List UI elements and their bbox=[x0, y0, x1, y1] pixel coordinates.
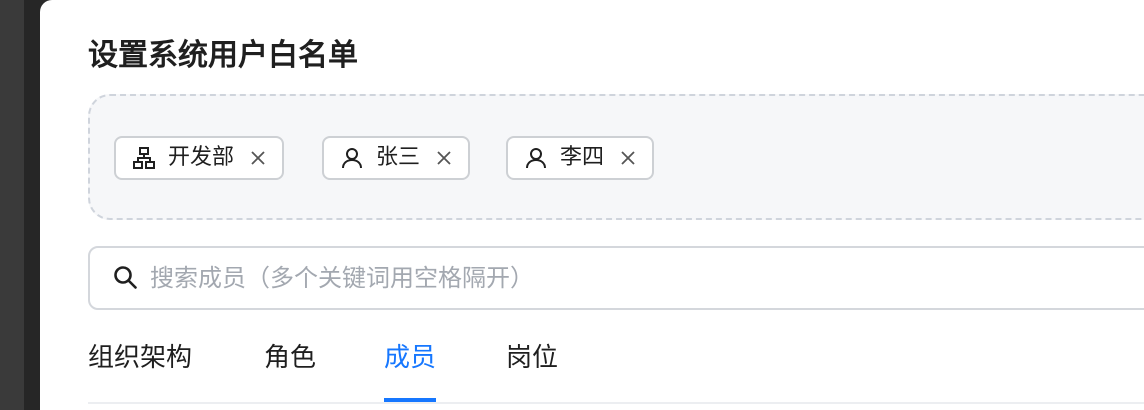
dialog-title: 设置系统用户白名单 bbox=[88, 38, 358, 73]
user-icon bbox=[524, 146, 548, 170]
active-tab-indicator bbox=[384, 398, 437, 402]
selected-tag-department: 开发部 bbox=[114, 136, 285, 180]
org-icon bbox=[132, 146, 156, 170]
selected-tag-user: 李四 bbox=[506, 136, 655, 180]
page-backdrop bbox=[0, 0, 40, 410]
close-icon[interactable] bbox=[434, 148, 454, 168]
whitelist-dialog: 设置系统用户白名单 开发部 张三 李四 搜索成员（多个关键词用空格隔开） 组织架… bbox=[40, 0, 1144, 410]
search-icon bbox=[112, 264, 140, 292]
close-icon[interactable] bbox=[248, 148, 268, 168]
member-search-box bbox=[88, 246, 1144, 310]
selected-items-area: 开发部 张三 李四 bbox=[88, 94, 1144, 220]
close-icon[interactable] bbox=[618, 148, 638, 168]
tab-members[interactable]: 成员 bbox=[384, 338, 437, 402]
user-icon bbox=[340, 146, 364, 170]
tab-roles[interactable]: 角色 bbox=[264, 338, 316, 378]
tag-label: 张三 bbox=[376, 145, 421, 170]
tab-bar: 组织架构 角色 成员 岗位 bbox=[88, 330, 1144, 404]
tab-organization[interactable]: 组织架构 bbox=[88, 338, 192, 378]
tab-members-label: 成员 bbox=[384, 343, 437, 373]
search-input[interactable] bbox=[148, 263, 1132, 293]
tag-label: 李四 bbox=[560, 145, 605, 170]
tag-label: 开发部 bbox=[168, 145, 235, 170]
tab-positions[interactable]: 岗位 bbox=[506, 338, 558, 378]
selected-tag-user: 张三 bbox=[322, 136, 471, 180]
